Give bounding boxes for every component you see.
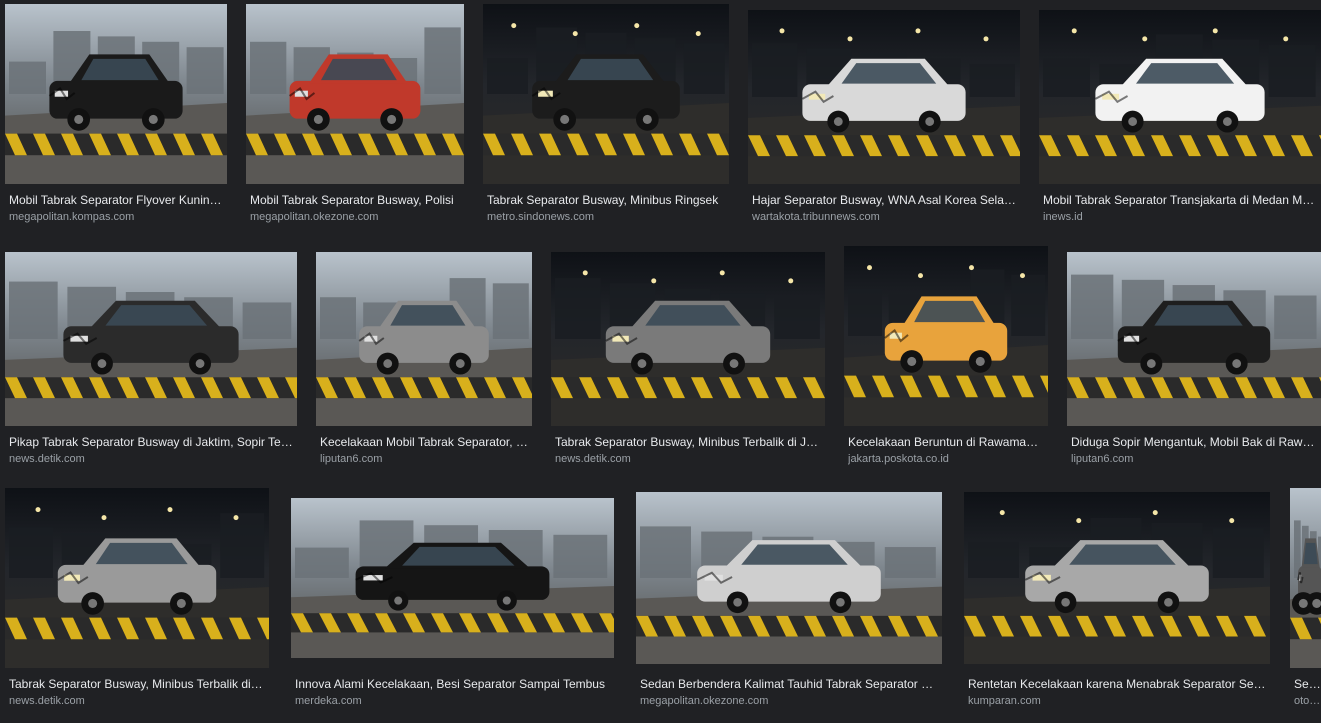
accident-photo (316, 252, 532, 426)
result-source[interactable]: liputan6.com (320, 452, 528, 466)
result-title[interactable]: Tabrak Separator Busway, Minibus Terbali… (555, 434, 821, 450)
image-result-card[interactable]: Mobil Tabrak Separator Flyover Kuningan m… (5, 4, 227, 234)
result-thumbnail[interactable] (636, 492, 942, 664)
result-thumbnail[interactable] (5, 252, 297, 426)
image-result-card[interactable]: Tabrak Separator Busway, Minibus Terbali… (5, 488, 269, 718)
result-source[interactable]: merdeka.com (295, 694, 610, 708)
accident-photo (636, 492, 942, 664)
result-title[interactable]: Mobil Tabrak Separator Flyover Kuningan (9, 192, 223, 208)
result-thumbnail[interactable] (5, 4, 227, 184)
accident-photo (1039, 10, 1321, 184)
image-result-card[interactable]: Diduga Sopir Mengantuk, Mobil Bak di Raw… (1067, 246, 1321, 476)
result-title[interactable]: Innova Alami Kecelakaan, Besi Separator … (295, 676, 610, 692)
result-title[interactable]: Mobil Tabrak Separator Transjakarta di M… (1043, 192, 1317, 208)
result-source[interactable]: news.detik.com (9, 694, 265, 708)
result-thumbnail[interactable] (1067, 252, 1321, 426)
image-result-card[interactable]: Separator otomotif (1290, 488, 1321, 718)
result-title[interactable]: Kecelakaan Mobil Tabrak Separator, Mobil… (320, 434, 528, 450)
result-thumbnail[interactable] (1039, 10, 1321, 184)
accident-photo (5, 252, 297, 426)
accident-photo (1290, 488, 1321, 668)
result-source[interactable]: metro.sindonews.com (487, 210, 725, 224)
image-result-card[interactable]: Sedan Berbendera Kalimat Tauhid Tabrak S… (636, 488, 942, 718)
image-result-card[interactable]: Rentetan Kecelakaan karena Menabrak Sepa… (964, 488, 1270, 718)
accident-photo (5, 4, 227, 184)
result-title[interactable]: Separator (1294, 676, 1321, 692)
result-source[interactable]: liputan6.com (1071, 452, 1317, 466)
image-result-card[interactable]: Tabrak Separator Busway, Minibus Ringsek… (483, 4, 729, 234)
image-result-card[interactable]: Kecelakaan Mobil Tabrak Separator, Mobil… (316, 246, 532, 476)
accident-photo (246, 4, 464, 184)
result-thumbnail[interactable] (316, 252, 532, 426)
accident-photo (5, 488, 269, 668)
result-thumbnail[interactable] (246, 4, 464, 184)
result-title[interactable]: Hajar Separator Busway, WNA Asal Korea S… (752, 192, 1016, 208)
result-thumbnail[interactable] (291, 498, 614, 658)
accident-photo (291, 498, 614, 658)
result-title[interactable]: Kecelakaan Beruntun di Rawamangun (848, 434, 1044, 450)
result-source[interactable]: megapolitan.kompas.com (9, 210, 223, 224)
result-thumbnail[interactable] (964, 492, 1270, 664)
image-result-card[interactable]: Mobil Tabrak Separator Busway, Polisi meg… (246, 4, 464, 234)
result-title[interactable]: Pikap Tabrak Separator Busway di Jaktim,… (9, 434, 293, 450)
result-title[interactable]: Mobil Tabrak Separator Busway, Polisi (250, 192, 460, 208)
result-source[interactable]: megapolitan.okezone.com (640, 694, 938, 708)
image-result-card[interactable]: Hajar Separator Busway, WNA Asal Korea S… (748, 4, 1020, 234)
accident-photo (844, 246, 1048, 426)
image-result-card[interactable]: Pikap Tabrak Separator Busway di Jaktim,… (5, 246, 297, 476)
image-result-card[interactable]: Mobil Tabrak Separator Transjakarta di M… (1039, 4, 1321, 234)
accident-photo (551, 252, 825, 426)
image-result-card[interactable]: Tabrak Separator Busway, Minibus Terbali… (551, 246, 825, 476)
result-source[interactable]: otomotif (1294, 694, 1321, 708)
image-result-card[interactable]: Kecelakaan Beruntun di Rawamangun jakarta… (844, 246, 1048, 476)
result-title[interactable]: Tabrak Separator Busway, Minibus Terbali… (9, 676, 265, 692)
result-source[interactable]: news.detik.com (555, 452, 821, 466)
image-results-grid: Mobil Tabrak Separator Flyover Kuningan m… (0, 0, 1321, 723)
accident-photo (748, 10, 1020, 184)
result-source[interactable]: jakarta.poskota.co.id (848, 452, 1044, 466)
result-source[interactable]: news.detik.com (9, 452, 293, 466)
accident-photo (964, 492, 1270, 664)
result-source[interactable]: wartakota.tribunnews.com (752, 210, 1016, 224)
accident-photo (483, 4, 729, 184)
result-source[interactable]: megapolitan.okezone.com (250, 210, 460, 224)
result-source[interactable]: kumparan.com (968, 694, 1266, 708)
accident-photo (1067, 252, 1321, 426)
result-title[interactable]: Diduga Sopir Mengantuk, Mobil Bak di Raw… (1071, 434, 1317, 450)
result-source[interactable]: inews.id (1043, 210, 1317, 224)
result-thumbnail[interactable] (5, 488, 269, 668)
result-title[interactable]: Rentetan Kecelakaan karena Menabrak Sepa… (968, 676, 1266, 692)
result-thumbnail[interactable] (483, 4, 729, 184)
result-thumbnail[interactable] (551, 252, 825, 426)
image-result-card[interactable]: Innova Alami Kecelakaan, Besi Separator … (291, 488, 614, 718)
result-thumbnail[interactable] (844, 246, 1048, 426)
result-title[interactable]: Sedan Berbendera Kalimat Tauhid Tabrak S… (640, 676, 938, 692)
result-title[interactable]: Tabrak Separator Busway, Minibus Ringsek (487, 192, 725, 208)
result-thumbnail[interactable] (1290, 488, 1321, 668)
result-thumbnail[interactable] (748, 10, 1020, 184)
